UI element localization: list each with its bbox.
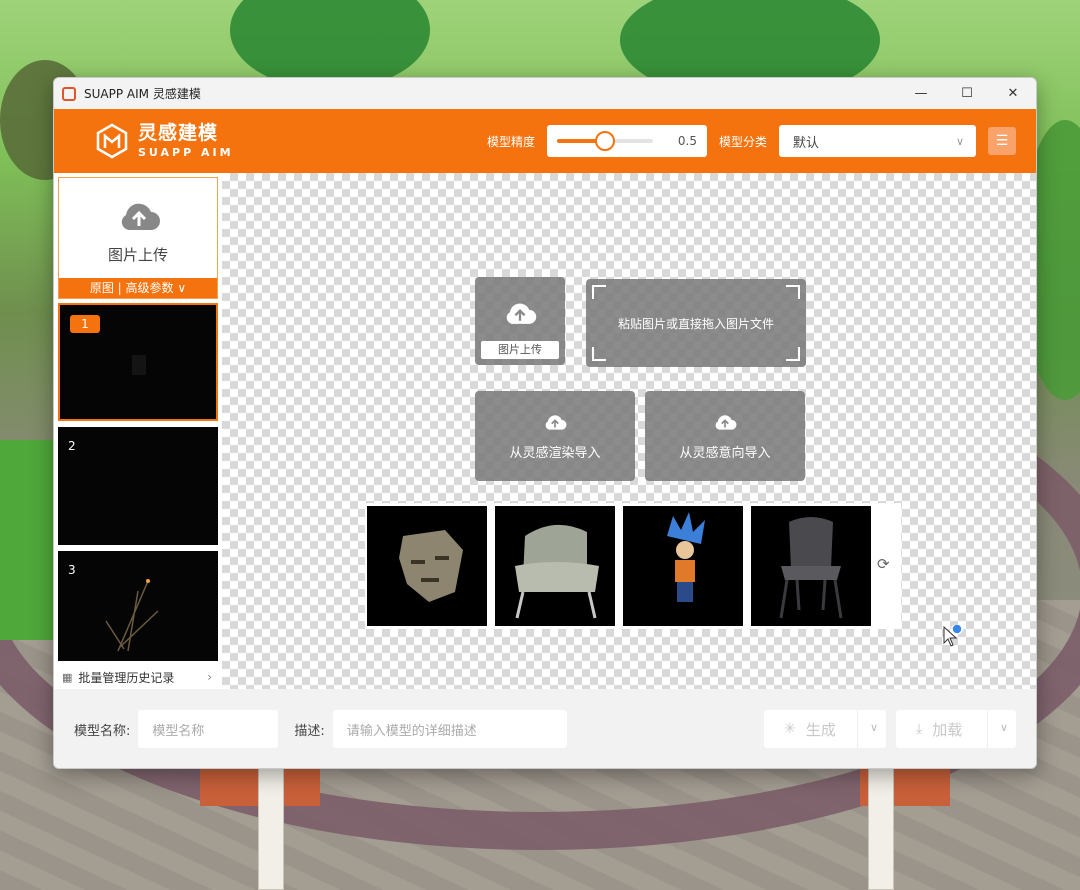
grid-icon: ▦ bbox=[62, 670, 73, 684]
hamburger-icon[interactable]: ☰ bbox=[988, 127, 1016, 155]
load-label: 加载 bbox=[932, 720, 963, 739]
model-name-label: 模型名称: bbox=[74, 723, 131, 739]
import-render-button[interactable]: 从灵感渲染导入 bbox=[475, 391, 635, 481]
chevron-down-icon: ∨ bbox=[955, 134, 964, 148]
maximize-button[interactable]: ☐ bbox=[944, 78, 990, 109]
category-select[interactable]: 默认 ∨ bbox=[779, 125, 976, 157]
cloud-upload-icon bbox=[715, 414, 737, 430]
import-intent-button[interactable]: 从灵感意向导入 bbox=[645, 391, 805, 481]
app-window: SUAPP AIM 灵感建模 — ☐ ✕ 灵感建模 SUAPP AIM 模型精度 bbox=[53, 77, 1037, 769]
slider-thumb[interactable] bbox=[594, 131, 615, 151]
minimize-button[interactable]: — bbox=[898, 78, 944, 109]
app-icon bbox=[62, 86, 76, 101]
window-title: SUAPP AIM 灵感建模 bbox=[84, 87, 201, 101]
paste-drop-zone[interactable]: 粘贴图片或直接拖入图片文件 bbox=[586, 279, 806, 367]
scene-post bbox=[868, 760, 894, 890]
batch-history-link[interactable]: ▦ 批量管理历史记录 › bbox=[54, 665, 220, 689]
logo: 灵感建模 SUAPP AIM bbox=[94, 123, 234, 159]
thumbnail-index: 2 bbox=[68, 439, 76, 453]
thumbnail-index: 1 bbox=[70, 315, 100, 333]
import-render-label: 从灵感渲染导入 bbox=[509, 445, 601, 461]
sample-chair[interactable] bbox=[751, 506, 871, 626]
chevron-down-icon[interactable]: ∨ bbox=[870, 721, 878, 734]
generate-label: 生成 bbox=[805, 720, 836, 739]
cloud-upload-icon bbox=[503, 299, 537, 331]
advanced-params-toggle[interactable]: 原图 | 高级参数 ∨ bbox=[59, 278, 217, 298]
precision-slider[interactable]: 0.5 bbox=[546, 125, 707, 157]
generate-button[interactable]: ✳ 生成 ∨ bbox=[764, 710, 886, 748]
category-label: 模型分类 bbox=[718, 134, 767, 149]
corner-mark bbox=[592, 285, 606, 299]
description-input[interactable]: 请输入模型的详细描述 bbox=[332, 710, 567, 748]
thumbnail-image bbox=[105, 579, 159, 652]
history-thumbnail[interactable]: 1 bbox=[58, 303, 218, 421]
corner-mark bbox=[786, 285, 800, 299]
category-value: 默认 bbox=[793, 135, 820, 151]
close-button[interactable]: ✕ bbox=[990, 78, 1036, 109]
sparkle-icon: ✳ bbox=[784, 721, 796, 737]
refresh-icon[interactable]: ⟳ bbox=[877, 555, 890, 573]
sidebar-upload-label: 图片上传 bbox=[107, 246, 168, 264]
logo-text-en: SUAPP AIM bbox=[138, 146, 234, 159]
description-label: 描述: bbox=[294, 723, 325, 739]
sample-figure[interactable] bbox=[623, 506, 743, 626]
load-button[interactable]: ⤓ 加载 ∨ bbox=[896, 710, 1016, 748]
sample-mask[interactable] bbox=[367, 506, 487, 626]
paste-drop-label: 粘贴图片或直接拖入图片文件 bbox=[617, 316, 774, 331]
image-canvas: 图片上传 粘贴图片或直接拖入图片文件 从灵感渲染导入 从灵感意向导入 ⟳ bbox=[222, 173, 1036, 689]
sidebar: 图片上传 原图 | 高级参数 ∨ 1 2 3 ▦ 批量管理历史记录 › bbox=[54, 173, 220, 689]
sidebar-upload-card[interactable]: 图片上传 原图 | 高级参数 ∨ bbox=[58, 177, 218, 299]
scene-grass bbox=[0, 440, 60, 640]
logo-text-cn: 灵感建模 bbox=[138, 122, 219, 144]
cloud-upload-icon bbox=[545, 414, 567, 430]
slider-track[interactable] bbox=[556, 131, 653, 151]
mouse-cursor-icon bbox=[943, 625, 963, 647]
precision-label: 模型精度 bbox=[486, 134, 535, 149]
download-icon: ⤓ bbox=[916, 721, 923, 737]
sample-gallery: ⟳ bbox=[365, 503, 901, 629]
history-thumbnail[interactable]: 2 bbox=[58, 427, 218, 545]
canvas-upload-label: 图片上传 bbox=[481, 341, 559, 359]
canvas-upload-button[interactable]: 图片上传 bbox=[475, 277, 565, 365]
chevron-down-icon[interactable]: ∨ bbox=[1000, 721, 1008, 734]
history-thumbnail[interactable]: 3 bbox=[58, 551, 218, 661]
title-bar: SUAPP AIM 灵感建模 — ☐ ✕ bbox=[54, 78, 1036, 109]
cloud-upload-icon bbox=[117, 198, 161, 238]
corner-mark bbox=[592, 347, 606, 361]
model-name-input[interactable]: 模型名称 bbox=[138, 710, 279, 748]
footer-bar: 模型名称: 模型名称 描述: 请输入模型的详细描述 ✳ 生成 ∨ ⤓ 加载 ∨ bbox=[54, 689, 1036, 768]
thumbnail-image bbox=[132, 355, 146, 375]
history-label: 批量管理历史记录 bbox=[78, 670, 175, 685]
import-intent-label: 从灵感意向导入 bbox=[679, 445, 771, 461]
main-body: 图片上传 原图 | 高级参数 ∨ 1 2 3 ▦ 批量管理历史记录 › 图片上传… bbox=[54, 173, 1036, 689]
corner-mark bbox=[786, 347, 800, 361]
app-header: 灵感建模 SUAPP AIM 模型精度 0.5 模型分类 默认 ∨ ☰ bbox=[54, 109, 1036, 173]
chevron-right-icon: › bbox=[207, 670, 212, 684]
scene-post bbox=[258, 760, 284, 890]
sample-armchair[interactable] bbox=[495, 506, 615, 626]
precision-value: 0.5 bbox=[677, 134, 697, 148]
logo-mark-icon bbox=[94, 123, 130, 159]
